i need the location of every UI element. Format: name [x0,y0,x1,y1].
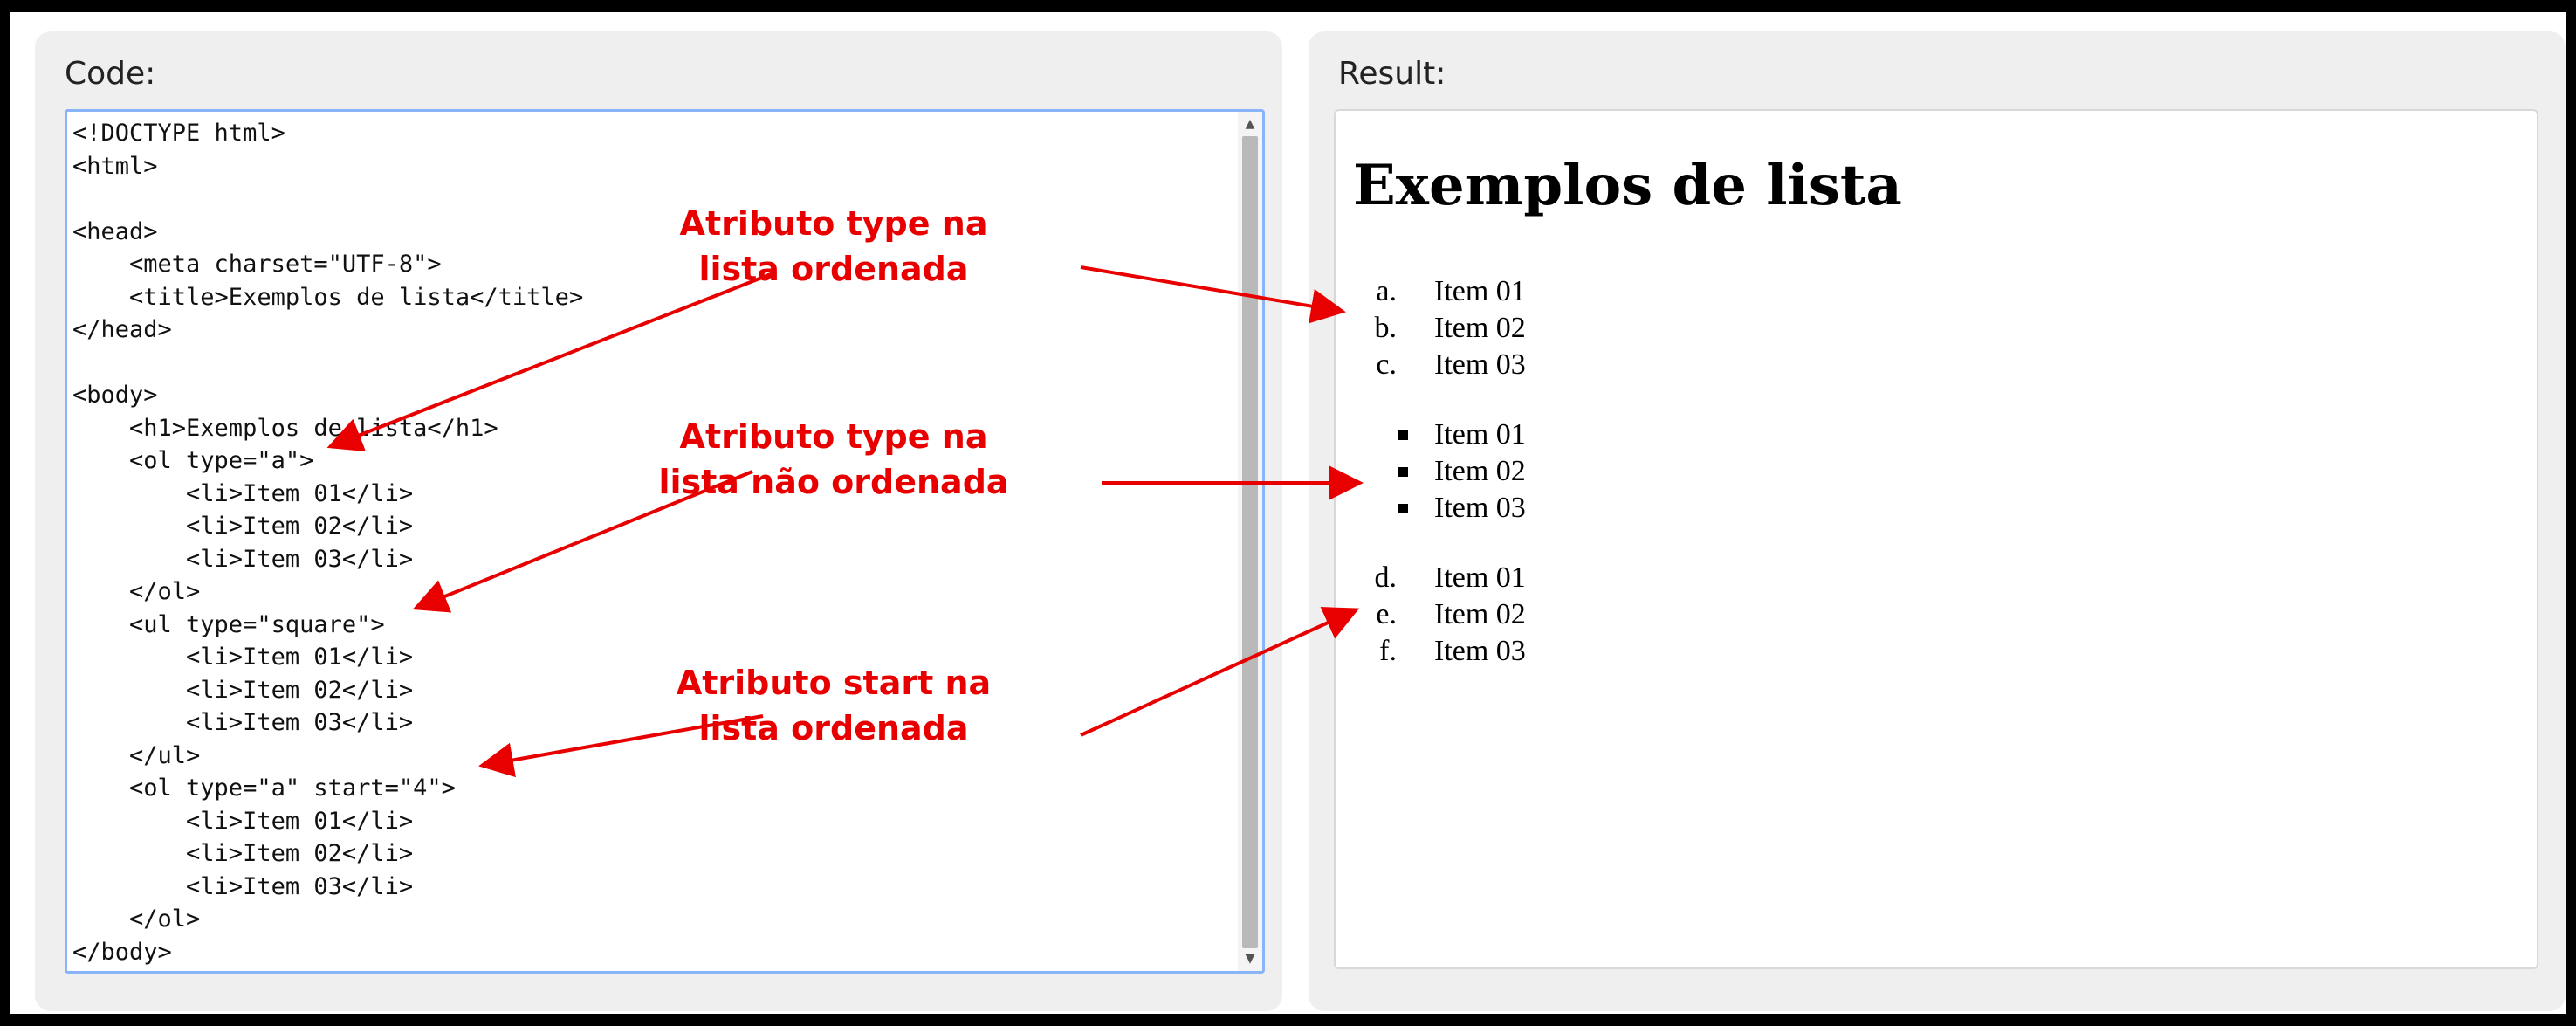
code-line: <ol type="a" start="4"> [72,775,456,802]
list-marker: c. [1376,348,1397,381]
code-line: <li>Item 02</li> [72,840,414,867]
result-panel: Result: Exemplos de lista a. Item 01 b. … [1309,31,2566,1011]
code-line: <body> [72,382,158,409]
annotation-line: Atributo start na [676,664,992,702]
code-line: </ul> [72,741,201,769]
annotation-type-unordered: Atributo type na lista não ordenada [580,414,1087,505]
code-line: <ol type="a"> [72,447,314,474]
code-line: <head> [72,217,158,245]
code-panel: Code: <!DOCTYPE html> <html> <head> <meta … [35,31,1282,1011]
code-line: <meta charset="UTF-8"> [72,251,442,278]
code-line: <li>Item 03</li> [72,872,414,900]
list-item-text: Item 01 [1434,275,1526,307]
square-bullet-icon [1398,430,1408,440]
scroll-thumb[interactable] [1242,136,1258,948]
code-line: <li>Item 01</li> [72,479,414,507]
list-item-text: Item 02 [1434,598,1526,630]
result-heading: Exemplos de lista [1353,153,1902,218]
code-line: <li>Item 01</li> [72,807,414,835]
list-marker: a. [1376,275,1397,307]
scroll-up-arrow-icon[interactable]: ▲ [1238,114,1262,134]
annotation-line: Atributo type na [679,417,988,456]
list-item-text: Item 01 [1434,561,1526,594]
result-preview: Exemplos de lista a. Item 01 b. Item 02 … [1334,109,2538,969]
list-item-text: Item 02 [1434,455,1526,487]
code-text[interactable]: <!DOCTYPE html> <html> <head> <meta charse… [72,117,583,968]
annotation-line: lista ordenada [698,709,969,747]
list-marker: d. [1374,561,1398,594]
result-panel-title: Result: [1338,56,1446,92]
code-line: <li>Item 03</li> [72,545,414,573]
code-line: </body> [72,938,172,966]
code-line: <html> [72,152,158,180]
code-line: <li>Item 02</li> [72,676,414,704]
code-line: <h1>Exemplos de lista</h1> [72,414,498,442]
list-item-text: Item 03 [1434,492,1526,524]
code-line: </ol> [72,905,201,933]
square-bullet-icon [1398,467,1408,477]
code-line: <li>Item 01</li> [72,644,414,671]
list-item-text: Item 03 [1434,635,1526,667]
annotation-start-ordered: Atributo start na lista ordenada [642,660,1026,751]
annotation-line: lista não ordenada [658,463,1009,501]
screenshot-frame: Code: <!DOCTYPE html> <html> <head> <meta … [10,12,2566,1014]
code-line: <!DOCTYPE html> [72,120,285,147]
annotation-line: Atributo type na [679,204,988,243]
code-line: <li>Item 03</li> [72,709,414,736]
annotation-line: lista ordenada [698,250,969,288]
square-bullet-icon [1398,504,1408,513]
annotation-type-ordered: Atributo type na lista ordenada [642,201,1026,292]
code-line: </head> [72,316,172,343]
list-item-text: Item 02 [1434,312,1526,344]
code-panel-title: Code: [65,56,156,92]
code-scrollbar[interactable]: ▲ ▼ [1238,112,1262,971]
code-line: <ul type="square"> [72,610,385,638]
list-item-text: Item 01 [1434,418,1526,451]
list-marker: b. [1374,312,1398,344]
scroll-down-arrow-icon[interactable]: ▼ [1238,948,1262,969]
code-line: <title>Exemplos de lista</title> [72,283,584,311]
code-line: <li>Item 02</li> [72,513,414,540]
list-marker: f. [1379,635,1397,667]
list-item-text: Item 03 [1434,348,1526,381]
list-marker: e. [1376,598,1397,630]
code-line: </ol> [72,578,201,605]
